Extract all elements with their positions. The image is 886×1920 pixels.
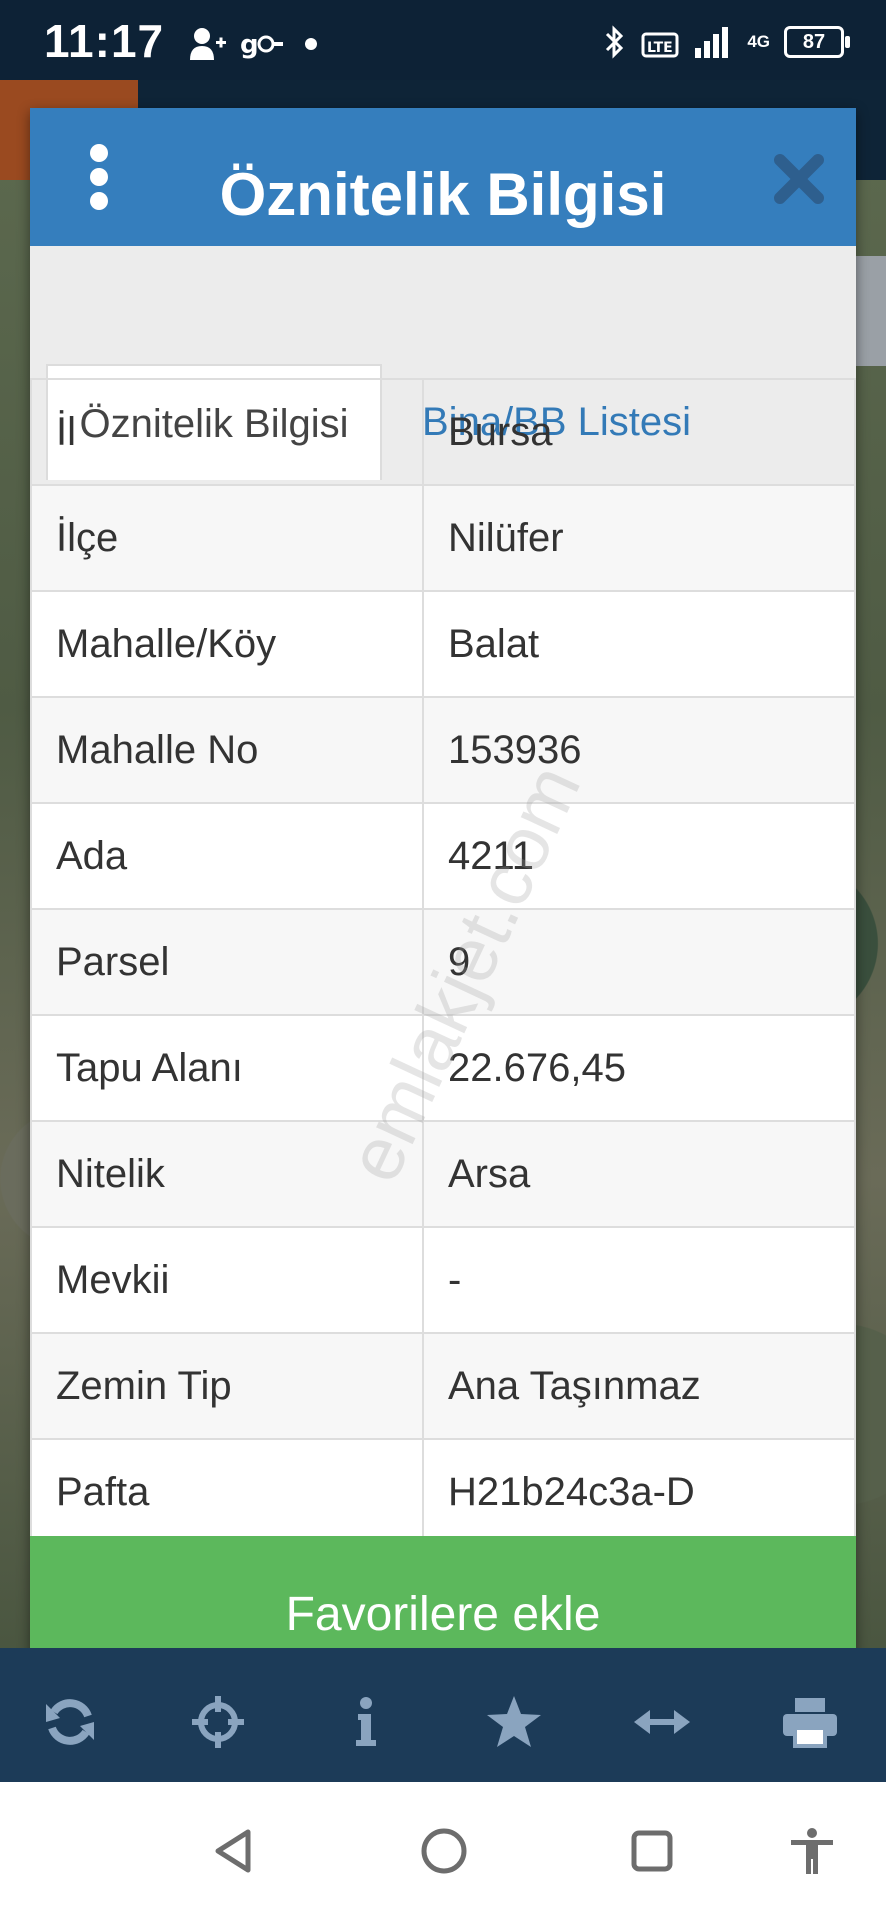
attribute-value: Balat [422, 590, 856, 698]
attribute-value: Nilüfer [422, 484, 856, 592]
table-row: Nitelik Arsa [30, 1120, 856, 1228]
status-time: 11:17 [44, 15, 165, 67]
table-row: Ada 4211 [30, 802, 856, 910]
table-row: Parsel 9 [30, 908, 856, 1016]
home-icon[interactable] [409, 1816, 479, 1886]
print-icon[interactable] [780, 1692, 840, 1752]
attribute-key: Ada [30, 802, 424, 910]
notification-dot-icon [305, 38, 317, 50]
dialog-header: Öznitelik Bilgisi [30, 108, 856, 246]
attribute-key: İl [30, 378, 424, 486]
refresh-icon[interactable] [40, 1692, 100, 1752]
attribute-value: 4211 [422, 802, 856, 910]
key-icon: g [240, 30, 283, 59]
attribute-value: Bursa [422, 378, 856, 486]
dialog-title: Öznitelik Bilgisi [219, 161, 667, 228]
attribute-key: Parsel [30, 908, 424, 1016]
attribute-value: Ana Taşınmaz [422, 1332, 856, 1440]
attribute-key: Mahalle/Köy [30, 590, 424, 698]
recents-icon[interactable] [617, 1816, 687, 1886]
crosshair-icon[interactable] [188, 1692, 248, 1752]
accessibility-icon[interactable] [777, 1816, 847, 1886]
table-row: Pafta H21b24c3a-D [30, 1438, 856, 1546]
attribute-dialog: Öznitelik Bilgisi Öznitelik Bilgisi Bina… [30, 108, 856, 1694]
system-nav-bar [0, 1782, 886, 1920]
svg-text:LTE: LTE [647, 40, 673, 56]
attribute-key: Mahalle No [30, 696, 424, 804]
attribute-value: - [422, 1226, 856, 1334]
info-icon[interactable] [336, 1692, 396, 1752]
table-row: Mevkii - [30, 1226, 856, 1334]
bluetooth-icon [606, 25, 624, 59]
attribute-key: İlçe [30, 484, 424, 592]
attribute-value: H21b24c3a-D [422, 1438, 856, 1546]
attribute-key: Pafta [30, 1438, 424, 1546]
status-right-icons: LTE 4G 87 [603, 22, 850, 62]
attribute-key: Mevkii [30, 1226, 424, 1334]
map-side-control[interactable] [856, 256, 886, 366]
battery-icon: 87 [784, 26, 850, 58]
table-row: Zemin Tip Ana Taşınmaz [30, 1332, 856, 1440]
map-toolbar [0, 1648, 886, 1782]
attribute-key: Tapu Alanı [30, 1014, 424, 1122]
back-icon[interactable] [198, 1816, 268, 1886]
status-left-icons: g [188, 24, 326, 64]
star-icon[interactable] [484, 1692, 544, 1752]
attribute-value: Arsa [422, 1120, 856, 1228]
table-row: İl Bursa [30, 378, 856, 486]
volte-icon: LTE [641, 32, 679, 58]
attribute-value: 9 [422, 908, 856, 1016]
status-bar: 11:17 g LTE 4G 87 [0, 0, 886, 80]
table-row: İlçe Nilüfer [30, 484, 856, 592]
attribute-key: Nitelik [30, 1120, 424, 1228]
attribute-value: 22.676,45 [422, 1014, 856, 1122]
close-icon[interactable] [772, 152, 826, 206]
attribute-key: Zemin Tip [30, 1332, 424, 1440]
network-type: 4G [747, 32, 770, 51]
table-row: Tapu Alanı 22.676,45 [30, 1014, 856, 1122]
attribute-value: 153936 [422, 696, 856, 804]
table-row: Mahalle/Köy Balat [30, 590, 856, 698]
attribute-table[interactable]: İl Bursa İlçe Nilüfer Mahalle/Köy Balat Mahall… [30, 378, 856, 1650]
table-row: Mahalle No 153936 [30, 696, 856, 804]
svg-text:g: g [240, 30, 259, 59]
measure-icon[interactable] [632, 1692, 692, 1752]
signal-icon [695, 27, 729, 58]
user-add-icon [190, 28, 226, 60]
